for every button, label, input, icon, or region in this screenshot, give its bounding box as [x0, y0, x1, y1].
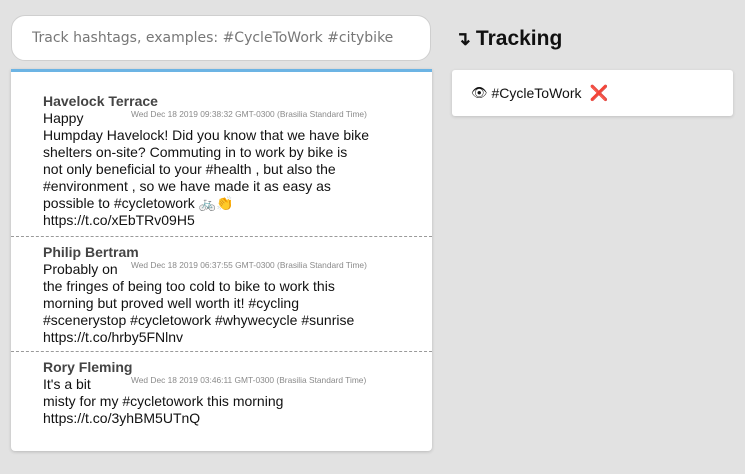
- tweet-text-line: possible to #cycletowork 🚲👏: [43, 195, 234, 211]
- tweet-item: Rory Fleming It's a bit Wed Dec 18 2019 …: [11, 352, 432, 427]
- arrow-down-icon: ↴: [455, 28, 471, 50]
- tweet-timestamp: Wed Dec 18 2019 06:37:55 GMT-0300 (Brasi…: [131, 260, 367, 270]
- tweet-text-line: the fringes of being too cold to bike to…: [43, 278, 335, 294]
- search-box[interactable]: [11, 15, 431, 61]
- tweet-item: Havelock Terrace Happy Wed Dec 18 2019 0…: [11, 72, 432, 237]
- tweet-timestamp: Wed Dec 18 2019 03:46:11 GMT-0300 (Brasi…: [131, 375, 367, 385]
- remove-tag-icon[interactable]: ❌: [590, 84, 609, 102]
- hashtag-search-input[interactable]: [32, 30, 410, 46]
- tweet-text-line: #environment , so we have made it as eas…: [43, 178, 331, 194]
- tweet-text-line: not only beneficial to your #health , bu…: [43, 161, 336, 177]
- tweet-text-line: misty for my #cycletowork this morning: [43, 393, 284, 409]
- tweet-feed[interactable]: Havelock Terrace Happy Wed Dec 18 2019 0…: [11, 69, 432, 451]
- tweet-text-line: morning but proved well worth it! #cycli…: [43, 295, 300, 311]
- tweet-text-line: It's a bit Wed Dec 18 2019 03:46:11 GMT-…: [43, 375, 402, 393]
- tweet-text-line: #scenerystop #cycletowork #whywecycle #s…: [43, 312, 355, 328]
- eye-icon: 👁: [471, 85, 488, 100]
- tracking-title: Tracking: [475, 27, 563, 50]
- tweet-link[interactable]: https://t.co/xEbTRv09H5: [43, 212, 402, 229]
- tweet-text-line: Humpday Havelock! Did you know that we h…: [43, 127, 370, 143]
- tracked-tag-card: 👁 #CycleToWork ❌: [452, 70, 733, 116]
- tweet-text-line: shelters on-site? Commuting in to work b…: [43, 144, 348, 160]
- tracking-heading: ↴ Tracking: [455, 27, 562, 51]
- tweet-link[interactable]: https://t.co/hrby5FNlnv: [43, 329, 402, 346]
- tweet-link[interactable]: https://t.co/3yhBM5UTnQ: [43, 410, 402, 427]
- tweet-timestamp: Wed Dec 18 2019 09:38:32 GMT-0300 (Brasi…: [131, 109, 367, 119]
- tracked-tag-label: #CycleToWork: [491, 85, 582, 101]
- tweet-text-line: Happy Wed Dec 18 2019 09:38:32 GMT-0300 …: [43, 109, 402, 127]
- tweet-text-line: Probably on Wed Dec 18 2019 06:37:55 GMT…: [43, 260, 402, 278]
- tweet-item: Philip Bertram Probably on Wed Dec 18 20…: [11, 237, 432, 352]
